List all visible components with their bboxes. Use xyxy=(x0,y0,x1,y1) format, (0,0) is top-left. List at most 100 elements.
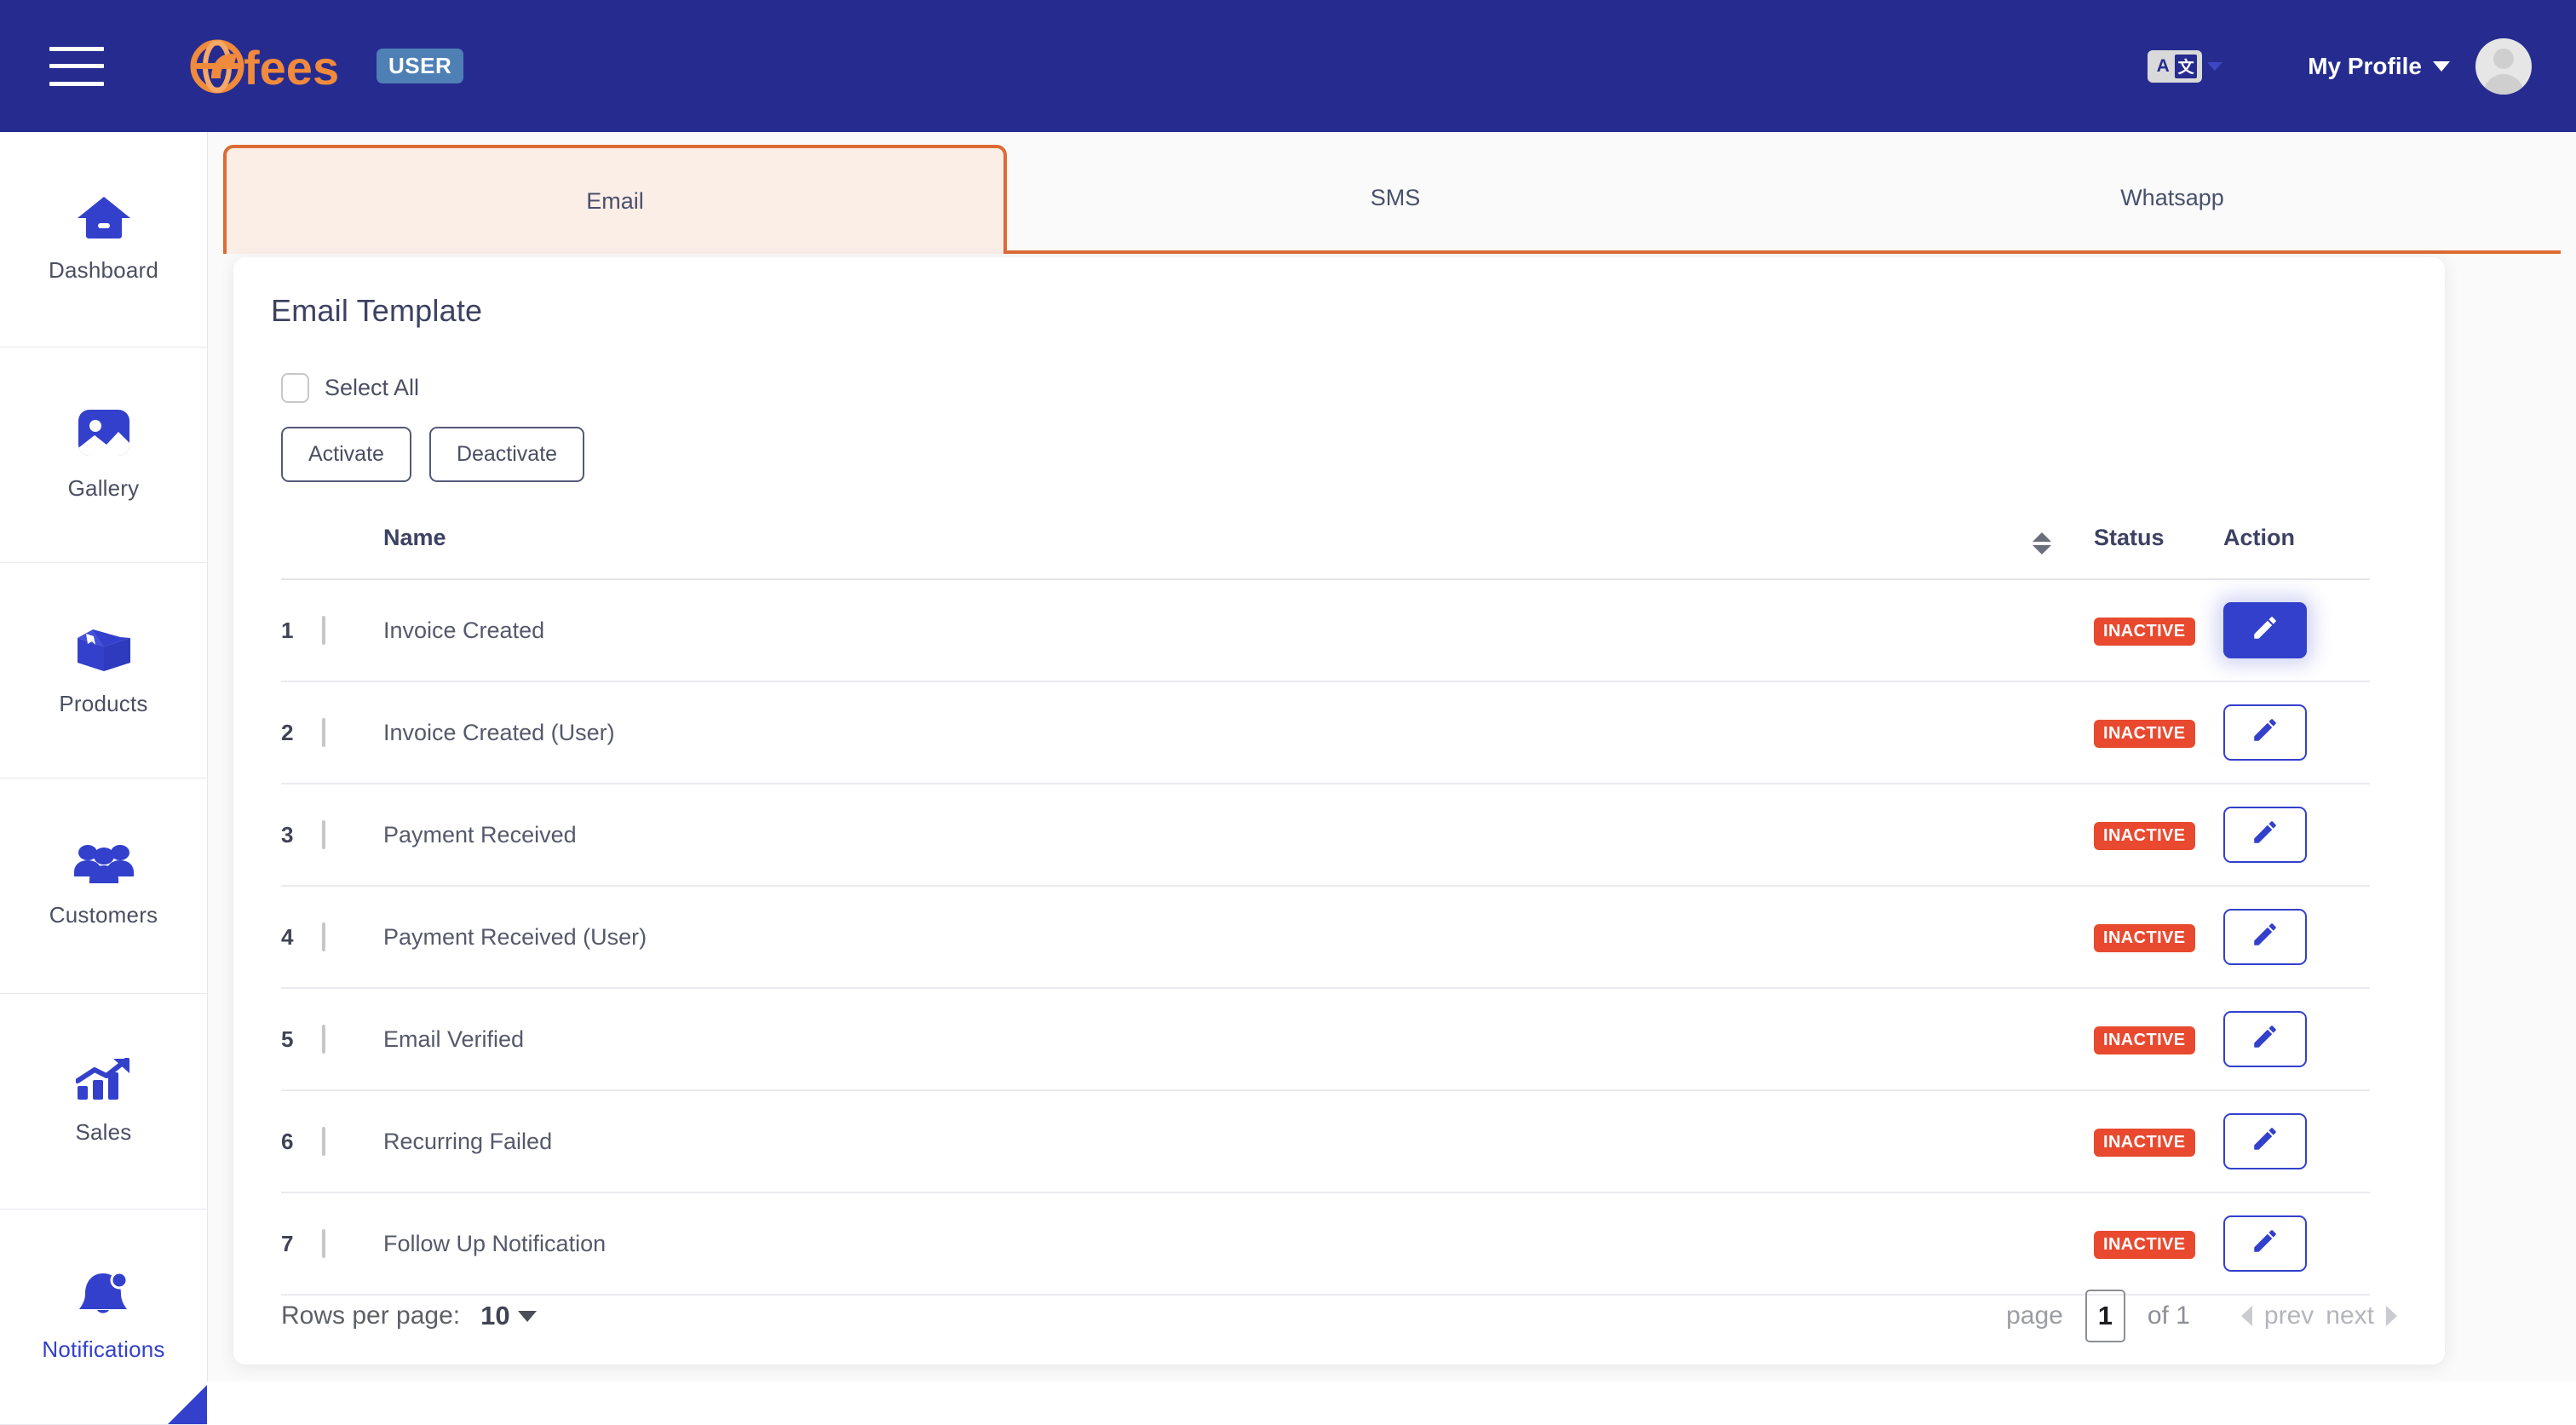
hamburger-line xyxy=(49,64,104,68)
sidebar-item-customers[interactable]: Customers xyxy=(0,779,207,994)
tab-label: SMS xyxy=(1370,184,1421,210)
edit-row-button[interactable] xyxy=(2223,1215,2307,1272)
sidebar-item-sales[interactable]: Sales xyxy=(0,994,207,1210)
sidebar-item-dashboard[interactable]: Dashboard xyxy=(0,132,207,348)
chevron-down-icon xyxy=(517,1310,537,1322)
sidebar-item-label: Sales xyxy=(75,1118,132,1145)
row-index: 1 xyxy=(281,617,294,643)
header-right-group: A 文 My Profile xyxy=(2148,0,2532,132)
bulk-action-buttons: Activate Deactivate xyxy=(233,403,2445,482)
image-icon xyxy=(78,409,130,457)
header-index xyxy=(281,508,322,580)
pagination-bar: Rows per page: 10 page 1 of 1 prev next xyxy=(281,1290,2397,1342)
next-page-button[interactable]: next xyxy=(2326,1301,2374,1330)
row-checkbox[interactable] xyxy=(322,1228,325,1258)
prev-page-button[interactable]: prev xyxy=(2264,1301,2314,1330)
row-checkbox[interactable] xyxy=(322,922,325,951)
hamburger-line xyxy=(49,46,104,51)
edit-pencil-icon xyxy=(2251,818,2280,853)
edit-row-button[interactable] xyxy=(2223,807,2307,863)
header-status: Status xyxy=(2094,508,2223,580)
language-translate-selector[interactable]: A 文 xyxy=(2148,49,2223,83)
row-index: 5 xyxy=(281,1026,294,1052)
table-row: 7 Follow Up Notification INACTIVE xyxy=(281,1192,2370,1296)
row-index: 4 xyxy=(281,923,294,950)
sidebar-item-products[interactable]: Products xyxy=(0,563,207,779)
header-action: Action xyxy=(2223,508,2370,580)
sidebar-item-gallery[interactable]: Gallery xyxy=(0,348,207,563)
edit-row-button[interactable] xyxy=(2223,1113,2307,1169)
row-checkbox[interactable] xyxy=(322,819,325,849)
page-total-label: of 1 xyxy=(2147,1301,2190,1330)
rows-per-page-select[interactable]: 10 xyxy=(480,1301,537,1331)
edit-pencil-icon xyxy=(2251,1227,2280,1261)
row-name: Invoice Created (User) xyxy=(383,681,2033,784)
email-template-card: Email Template Select All Activate Deact… xyxy=(233,257,2445,1365)
edit-pencil-icon xyxy=(2251,1022,2280,1057)
page-number-input[interactable]: 1 xyxy=(2084,1290,2125,1342)
tab-email[interactable]: Email xyxy=(223,145,1007,254)
prev-next-group: prev next xyxy=(2240,1301,2397,1330)
svg-text:fees: fees xyxy=(244,41,339,95)
tab-label: Whatsapp xyxy=(2120,184,2224,210)
my-profile-label: My Profile xyxy=(2308,52,2422,79)
row-index: 3 xyxy=(281,821,294,848)
edit-pencil-icon xyxy=(2251,920,2280,955)
row-name: Follow Up Notification xyxy=(383,1192,2033,1296)
brand-logo-group[interactable]: fees USER xyxy=(186,36,464,97)
email-template-table: Name Status Action 1 Invoice Created INACT… xyxy=(281,508,2370,1296)
main-content-area: Email SMS Whatsapp Email Template Select… xyxy=(208,132,2576,1382)
chevron-right-icon[interactable] xyxy=(2386,1306,2397,1326)
chevron-down-icon[interactable] xyxy=(2207,61,2223,71)
rows-per-page-value: 10 xyxy=(480,1301,510,1330)
select-all-checkbox[interactable] xyxy=(281,373,309,403)
user-avatar-icon[interactable] xyxy=(2475,37,2532,95)
chevron-left-icon[interactable] xyxy=(2240,1306,2252,1326)
sidebar-item-notifications[interactable]: Notifications xyxy=(0,1210,207,1425)
left-sidebar-nav: Dashboard Gallery Products Customers Sal… xyxy=(0,132,208,1425)
sort-updown-icon[interactable] xyxy=(2033,532,2051,554)
header-sort xyxy=(2033,508,2094,580)
edit-row-button[interactable] xyxy=(2223,1011,2307,1067)
select-all-row: Select All xyxy=(233,329,2445,403)
deactivate-button[interactable]: Deactivate xyxy=(428,427,585,482)
table-row: 2 Invoice Created (User) INACTIVE xyxy=(281,681,2370,784)
row-checkbox[interactable] xyxy=(322,1024,325,1054)
sidebar-item-label: Products xyxy=(59,690,148,716)
hamburger-line xyxy=(49,81,104,86)
table-row: 3 Payment Received INACTIVE xyxy=(281,784,2370,887)
row-checkbox[interactable] xyxy=(322,717,325,747)
edit-row-button[interactable] xyxy=(2223,704,2307,761)
status-badge: INACTIVE xyxy=(2094,821,2195,850)
activate-button[interactable]: Activate xyxy=(281,427,411,482)
table-header-row: Name Status Action xyxy=(281,508,2370,580)
tab-whatsapp[interactable]: Whatsapp xyxy=(1784,145,2561,254)
row-checkbox[interactable] xyxy=(322,615,325,645)
row-checkbox[interactable] xyxy=(322,1126,325,1156)
translate-cjk-glyph: 文 xyxy=(2175,54,2198,78)
my-profile-dropdown[interactable]: My Profile xyxy=(2308,53,2450,80)
translate-latin-glyph: A xyxy=(2156,56,2170,76)
active-corner-indicator xyxy=(168,1385,207,1424)
chevron-down-icon xyxy=(2433,60,2450,72)
edit-row-button[interactable] xyxy=(2223,909,2307,965)
table-head: Name Status Action xyxy=(281,508,2370,580)
sidebar-item-label: Dashboard xyxy=(49,256,158,283)
sort-asc-arrow xyxy=(2033,532,2051,542)
header-name[interactable]: Name xyxy=(383,508,2033,580)
page-label: page xyxy=(2006,1301,2063,1330)
page-nav-group: page 1 of 1 prev next xyxy=(2006,1290,2397,1342)
hamburger-menu-icon[interactable] xyxy=(49,46,104,86)
user-role-badge: USER xyxy=(377,49,464,83)
row-name: Email Verified xyxy=(383,988,2033,1091)
table-row: 4 Payment Received (User) INACTIVE xyxy=(281,886,2370,989)
edit-row-button[interactable] xyxy=(2223,602,2307,658)
tab-label: Email xyxy=(586,187,644,214)
bell-icon xyxy=(77,1271,131,1318)
box-icon xyxy=(76,624,132,672)
row-name: Payment Received (User) xyxy=(383,886,2033,989)
translate-icon[interactable]: A 文 xyxy=(2148,49,2203,83)
row-name: Invoice Created xyxy=(383,579,2033,682)
tab-sms[interactable]: SMS xyxy=(1007,145,1784,254)
row-name: Payment Received xyxy=(383,784,2033,887)
